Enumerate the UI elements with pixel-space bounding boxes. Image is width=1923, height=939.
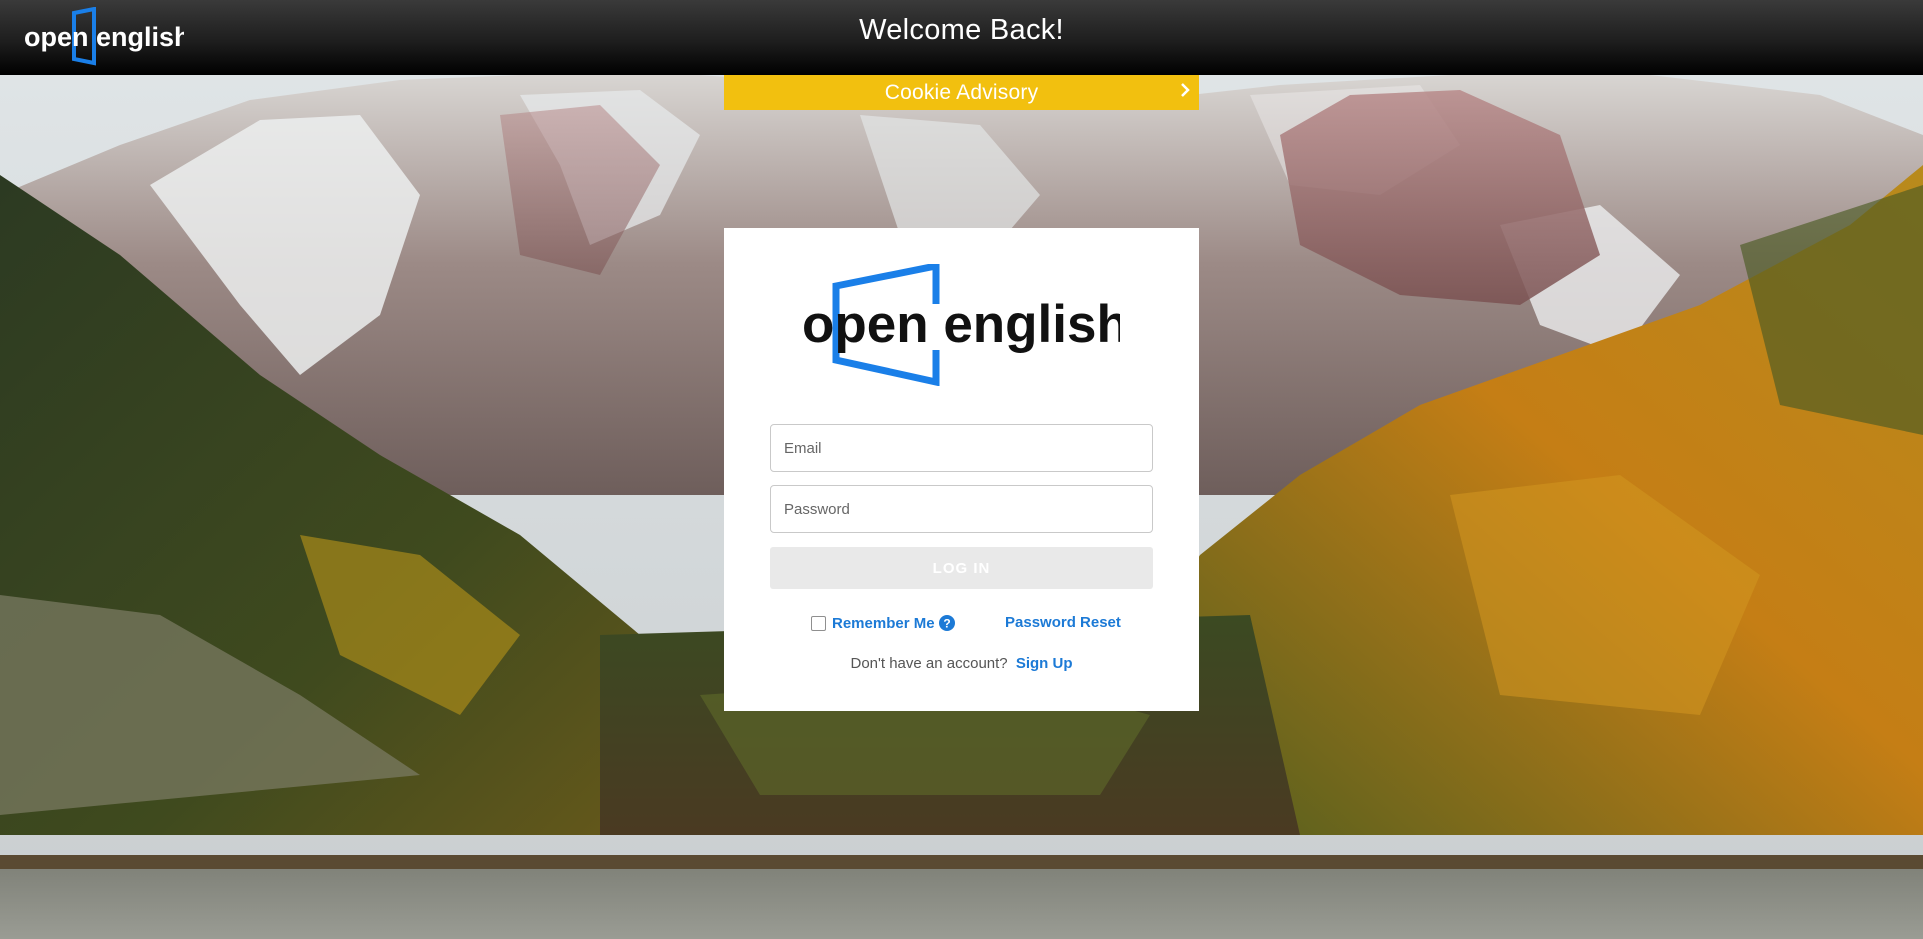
svg-text:?: ? — [943, 617, 950, 631]
login-page: open english Welcome Back! Cookie Adviso… — [0, 0, 1923, 939]
question-circle-icon[interactable]: ? — [938, 615, 955, 631]
sign-up-link[interactable]: Sign Up — [1016, 655, 1073, 672]
cookie-advisory-label: Cookie Advisory — [884, 81, 1039, 104]
no-account-text: Don't have an account? — [850, 655, 1008, 672]
top-bar: open english Welcome Back! — [0, 0, 1923, 75]
login-card: open english LOG IN Remember Me ? Passwo… — [724, 228, 1199, 711]
open-english-logo: open english — [802, 264, 1120, 386]
remember-me-checkbox[interactable] — [811, 615, 826, 631]
page-title: Welcome Back! — [859, 14, 1064, 46]
log-in-button[interactable]: LOG IN — [770, 547, 1153, 589]
cookie-advisory-banner[interactable]: Cookie Advisory — [724, 75, 1199, 110]
password-reset-link[interactable]: Password Reset — [1005, 614, 1121, 631]
password-field[interactable] — [770, 485, 1153, 533]
signup-row: Don't have an account? Sign Up — [724, 655, 1199, 672]
remember-me-label[interactable]: Remember Me — [832, 615, 935, 632]
email-field[interactable] — [770, 424, 1153, 472]
remember-me-row: Remember Me ? — [811, 613, 955, 633]
chevron-right-icon — [1181, 83, 1190, 97]
logo-wordmark: open english — [802, 295, 1120, 354]
